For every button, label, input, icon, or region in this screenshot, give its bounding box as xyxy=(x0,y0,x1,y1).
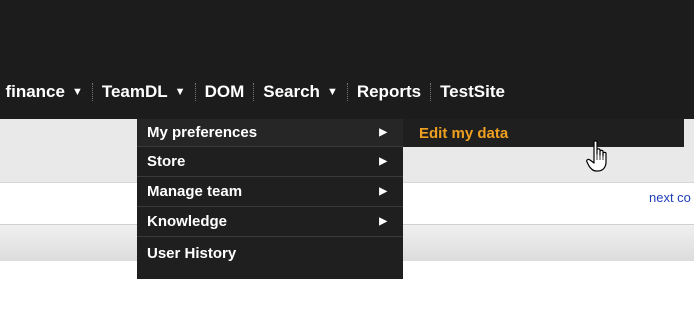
menu-search-label: Search xyxy=(263,82,320,101)
dropdown-item-label: My preferences xyxy=(147,124,258,141)
my-preferences-submenu: Edit my data xyxy=(403,119,684,147)
dropdown-item-label: Manage team xyxy=(147,183,243,200)
chevron-right-icon: ▶ xyxy=(379,216,387,227)
dropdown-item-label: Knowledge xyxy=(147,213,228,230)
menu-teamdl-label: TeamDL xyxy=(101,82,168,101)
main-menubar: , finance ▼ TeamDL ▼ DOM Search ▼ Report… xyxy=(0,79,694,105)
chevron-right-icon: ▶ xyxy=(379,156,387,167)
dropdown-item-user-history[interactable]: User History xyxy=(137,237,403,279)
teamdl-dropdown-menu: My preferences ▶ Store ▶ Manage team ▶ K… xyxy=(137,119,403,279)
menu-finance[interactable]: , finance ▼ xyxy=(0,79,92,105)
menu-testsite[interactable]: TestSite xyxy=(431,79,514,105)
dropdown-item-label: Store xyxy=(147,153,186,170)
chevron-down-icon: ▼ xyxy=(326,86,338,98)
menu-testsite-label: TestSite xyxy=(440,82,505,101)
menu-teamdl[interactable]: TeamDL ▼ xyxy=(93,79,195,105)
chevron-right-icon: ▶ xyxy=(379,127,387,138)
hand-pointer-cursor-icon xyxy=(586,140,607,172)
dropdown-item-knowledge[interactable]: Knowledge ▶ xyxy=(137,207,403,237)
menu-dom[interactable]: DOM xyxy=(196,79,254,105)
dropdown-item-manage-team[interactable]: Manage team ▶ xyxy=(137,177,403,207)
dropdown-item-store[interactable]: Store ▶ xyxy=(137,147,403,177)
chevron-right-icon: ▶ xyxy=(379,186,387,197)
menu-dom-label: DOM xyxy=(204,82,245,101)
chevron-down-icon: ▼ xyxy=(71,86,83,98)
dropdown-item-my-preferences[interactable]: My preferences ▶ xyxy=(137,119,403,147)
menu-finance-label: , finance xyxy=(0,82,65,101)
dropdown-item-label: User History xyxy=(147,245,237,262)
chevron-down-icon: ▼ xyxy=(174,86,186,98)
menu-search[interactable]: Search ▼ xyxy=(254,79,347,105)
menu-reports-label: Reports xyxy=(356,82,422,101)
menu-reports[interactable]: Reports xyxy=(348,79,430,105)
next-link[interactable]: next co xyxy=(649,190,691,205)
submenu-item-edit-my-data[interactable]: Edit my data xyxy=(403,125,508,142)
